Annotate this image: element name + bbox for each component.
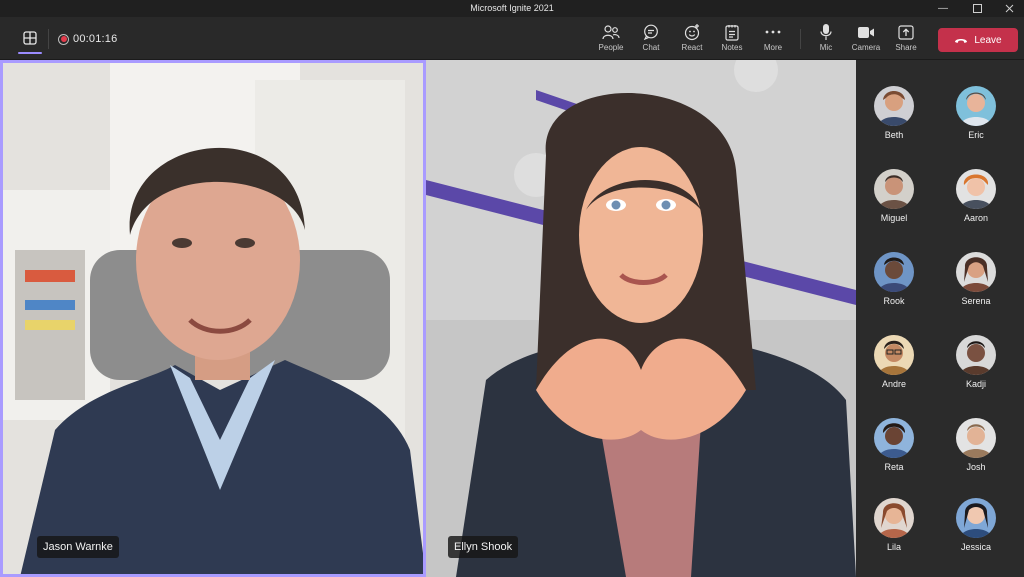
share-icon [898, 23, 914, 41]
avatar [956, 169, 996, 209]
recording-icon [58, 33, 69, 45]
participant-andre[interactable]: Andre [864, 335, 924, 389]
minimize-button[interactable]: — [926, 0, 960, 17]
camera-button[interactable]: Camera [846, 23, 886, 57]
chat-button[interactable]: Chat [631, 23, 671, 57]
notes-icon [725, 23, 739, 41]
video-tile-jason[interactable]: Jason Warnke [0, 60, 426, 577]
participant-serena[interactable]: Serena [946, 252, 1006, 306]
hang-up-icon [955, 38, 968, 43]
minimize-icon: — [938, 3, 948, 14]
avatar [874, 335, 914, 375]
camera-icon [857, 23, 875, 41]
window-title: Microsoft Ignite 2021 [470, 3, 554, 13]
participant-rook[interactable]: Rook [864, 252, 924, 306]
avatar [874, 498, 914, 538]
mic-icon [820, 23, 832, 41]
more-button[interactable]: More [753, 23, 793, 57]
notes-label: Notes [721, 43, 743, 52]
people-label: People [598, 43, 624, 52]
participant-name: Aaron [963, 213, 989, 223]
avatar [956, 335, 996, 375]
participant-name: Beth [884, 130, 904, 140]
toolbar-divider [48, 29, 49, 49]
avatar [874, 86, 914, 126]
participant-lila[interactable]: Lila [864, 498, 924, 552]
participant-name: Miguel [880, 213, 908, 223]
more-label: More [763, 43, 783, 52]
participant-aaron[interactable]: Aaron [946, 169, 1006, 223]
participant-name: Eric [968, 130, 984, 140]
participant-miguel[interactable]: Miguel [864, 169, 924, 223]
layout-button[interactable] [17, 25, 43, 54]
notes-button[interactable]: Notes [712, 23, 752, 57]
react-button[interactable]: React [672, 23, 712, 57]
camera-label: Camera [851, 43, 881, 52]
avatar-video [426, 60, 856, 577]
recording-timer: 00:01:16 [73, 33, 118, 45]
avatar [874, 169, 914, 209]
participant-name: Andre [881, 379, 907, 389]
people-button[interactable]: People [591, 23, 631, 57]
avatar [874, 252, 914, 292]
react-label: React [681, 43, 703, 52]
video-tile-ellyn[interactable]: Ellyn Shook [426, 60, 856, 577]
avatar [956, 418, 996, 458]
mic-button[interactable]: Mic [806, 23, 846, 57]
close-button[interactable] [992, 0, 1024, 17]
react-icon [683, 23, 701, 41]
participant-name: Kadji [965, 379, 986, 389]
layout-active-indicator [18, 52, 42, 54]
participant-name: Serena [961, 296, 991, 306]
leave-button[interactable]: Leave [938, 28, 1018, 52]
grid-layout-icon [23, 31, 37, 45]
participant-name: Reta [884, 462, 904, 472]
people-icon [602, 23, 620, 41]
participant-video [0, 60, 426, 577]
leave-label: Leave [974, 34, 1002, 46]
title-bar: Microsoft Ignite 2021 — [0, 0, 1024, 17]
participant-josh[interactable]: Josh [946, 418, 1006, 472]
participant-kadji[interactable]: Kadji [946, 335, 1006, 389]
participants-panel: Beth Eric Miguel Aaron Rook Serena Andre… [856, 60, 1024, 577]
share-button[interactable]: Share [886, 23, 926, 57]
avatar [874, 418, 914, 458]
participant-name-tag: Ellyn Shook [448, 536, 519, 558]
close-icon [1005, 4, 1013, 13]
participant-name-tag: Jason Warnke [37, 536, 119, 558]
recording-indicator: 00:01:16 [58, 32, 117, 46]
share-label: Share [895, 43, 917, 52]
mic-label: Mic [819, 43, 833, 52]
participant-beth[interactable]: Beth [864, 86, 924, 140]
participant-jessica[interactable]: Jessica [946, 498, 1006, 552]
participant-name: Jessica [960, 542, 991, 552]
participant-name: Lila [886, 542, 901, 552]
maximize-button[interactable] [960, 0, 994, 17]
participant-name: Rook [883, 296, 905, 306]
avatar [956, 498, 996, 538]
chat-icon [643, 23, 659, 41]
more-icon [765, 23, 781, 41]
avatar [956, 86, 996, 126]
toolbar-divider [800, 29, 801, 49]
participant-name: Josh [966, 462, 986, 472]
maximize-icon [972, 4, 982, 13]
participant-eric[interactable]: Eric [946, 86, 1006, 140]
participant-reta[interactable]: Reta [864, 418, 924, 472]
meeting-toolbar: 00:01:16 People Chat React Notes More Mi… [0, 17, 1024, 60]
avatar [956, 252, 996, 292]
chat-label: Chat [642, 43, 660, 52]
